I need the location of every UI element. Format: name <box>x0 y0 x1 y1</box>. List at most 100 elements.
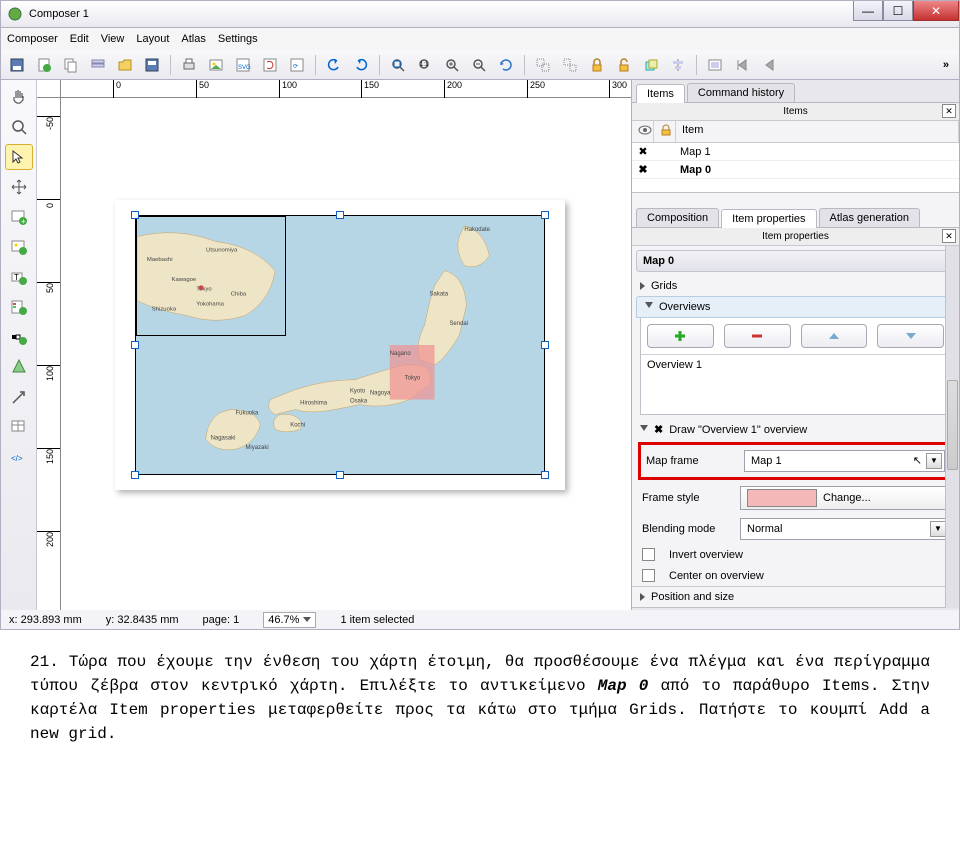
new-composer-icon[interactable] <box>32 53 56 77</box>
add-table-tool-icon[interactable] <box>5 414 33 440</box>
save-icon[interactable] <box>5 53 29 77</box>
add-image-tool-icon[interactable] <box>5 234 33 260</box>
pan-tool-icon[interactable] <box>5 84 33 110</box>
center-overview-row[interactable]: Center on overview <box>632 565 959 586</box>
grids-section[interactable]: Grids <box>632 276 959 296</box>
move-content-tool-icon[interactable] <box>5 174 33 200</box>
svg-text:+: + <box>21 217 26 226</box>
export-image-icon[interactable] <box>204 53 228 77</box>
atlas-preview-icon[interactable] <box>703 53 727 77</box>
add-scalebar-tool-icon[interactable] <box>5 324 33 350</box>
ruler-horizontal: 0 50 100 150 200 250 300 <box>61 80 631 98</box>
tab-command-history[interactable]: Command history <box>687 83 795 102</box>
ungroup-icon[interactable] <box>558 53 582 77</box>
composer-manager-icon[interactable] <box>86 53 110 77</box>
draw-overview-checkbox-row[interactable]: ✖ Draw "Overview 1" overview <box>632 419 959 440</box>
move-overview-down-button[interactable] <box>877 324 944 348</box>
frame-style-button[interactable]: Change... <box>740 486 949 510</box>
group-icon[interactable] <box>531 53 555 77</box>
tab-atlas-generation[interactable]: Atlas generation <box>819 208 921 227</box>
titlebar: Composer 1 — ☐ ✕ <box>0 0 960 28</box>
load-template-icon[interactable] <box>113 53 137 77</box>
menu-layout[interactable]: Layout <box>136 33 169 45</box>
unlock-icon[interactable] <box>612 53 636 77</box>
zoom-tool-icon[interactable] <box>5 114 33 140</box>
invert-overview-row[interactable]: Invert overview <box>632 544 959 565</box>
menubar: Composer Edit View Layout Atlas Settings <box>0 28 960 50</box>
remove-overview-button[interactable] <box>724 324 791 348</box>
tab-composition[interactable]: Composition <box>636 208 719 227</box>
svg-text:1:1: 1:1 <box>420 62 429 68</box>
canvas[interactable]: 0 50 100 150 200 250 300 -50 0 50 100 15… <box>37 80 631 610</box>
status-x: x: 293.893 mm <box>9 614 82 626</box>
export-svg-icon[interactable]: SVG <box>231 53 255 77</box>
tab-items[interactable]: Items <box>636 84 685 103</box>
selection-handles <box>135 215 545 475</box>
add-label-tool-icon[interactable]: T <box>5 264 33 290</box>
export-pdf2-icon[interactable]: ⟳ <box>285 53 309 77</box>
overview-list-item[interactable]: Overview 1 <box>647 359 944 371</box>
scrollbar-thumb[interactable] <box>945 246 959 608</box>
align-icon[interactable] <box>666 53 690 77</box>
svg-text:</>: </> <box>11 454 23 463</box>
tab-item-properties[interactable]: Item properties <box>721 209 816 228</box>
zoom-actual-icon[interactable]: 1:1 <box>413 53 437 77</box>
redo-icon[interactable] <box>349 53 373 77</box>
export-pdf-icon[interactable] <box>258 53 282 77</box>
add-html-tool-icon[interactable]: </> <box>5 444 33 470</box>
atlas-prev-icon[interactable] <box>757 53 781 77</box>
lock-icon[interactable] <box>585 53 609 77</box>
svg-text:T: T <box>14 273 19 282</box>
close-panel-icon[interactable]: ✕ <box>942 229 956 243</box>
overview-list[interactable]: Overview 1 <box>641 354 950 414</box>
zoom-combo[interactable]: 46.7% <box>263 612 316 628</box>
duplicate-composer-icon[interactable] <box>59 53 83 77</box>
item-row-map0[interactable]: ✖ Map 0 <box>632 161 959 179</box>
add-legend-tool-icon[interactable] <box>5 294 33 320</box>
svg-text:SVG: SVG <box>238 65 251 71</box>
item-properties-panel-title: Item properties ✕ <box>632 228 959 246</box>
position-size-section[interactable]: Position and size <box>632 586 959 607</box>
menu-atlas[interactable]: Atlas <box>181 33 205 45</box>
undo-icon[interactable] <box>322 53 346 77</box>
menu-edit[interactable]: Edit <box>70 33 89 45</box>
zoom-in-icon[interactable] <box>440 53 464 77</box>
minimize-button[interactable]: — <box>853 1 883 21</box>
visibility-checkbox[interactable]: ✖ <box>632 145 654 158</box>
add-overview-button[interactable] <box>647 324 714 348</box>
close-panel-icon[interactable]: ✕ <box>942 104 956 118</box>
zoom-out-icon[interactable] <box>467 53 491 77</box>
toolbar-overflow-icon[interactable]: » <box>943 59 955 71</box>
status-page: page: 1 <box>203 614 240 626</box>
dropdown-arrow-icon[interactable]: ▼ <box>930 521 946 537</box>
maximize-button[interactable]: ☐ <box>883 1 913 21</box>
menu-composer[interactable]: Composer <box>7 33 58 45</box>
center-overview-checkbox[interactable] <box>642 569 655 582</box>
raise-icon[interactable] <box>639 53 663 77</box>
frame-style-row: Frame style Change... <box>632 482 959 514</box>
menu-view[interactable]: View <box>101 33 125 45</box>
item-row-map1[interactable]: ✖ Map 1 <box>632 143 959 161</box>
toolbar: SVG ⟳ 1:1 » <box>0 50 960 80</box>
left-toolbar: + T </> <box>1 80 37 610</box>
select-tool-icon[interactable] <box>5 144 33 170</box>
close-button[interactable]: ✕ <box>913 1 959 21</box>
visibility-checkbox[interactable]: ✖ <box>632 163 654 176</box>
move-overview-up-button[interactable] <box>801 324 868 348</box>
zoom-full-icon[interactable] <box>386 53 410 77</box>
overviews-section[interactable]: Overviews <box>636 296 955 318</box>
invert-overview-checkbox[interactable] <box>642 548 655 561</box>
map-frame-dropdown[interactable]: Map 1 ↖ ▼ <box>744 450 945 472</box>
frame-style-swatch <box>747 489 817 507</box>
refresh-icon[interactable] <box>494 53 518 77</box>
save-template-icon[interactable] <box>140 53 164 77</box>
blending-mode-dropdown[interactable]: Normal ▼ <box>740 518 949 540</box>
print-icon[interactable] <box>177 53 201 77</box>
atlas-first-icon[interactable] <box>730 53 754 77</box>
menu-settings[interactable]: Settings <box>218 33 258 45</box>
window-title: Composer 1 <box>29 8 89 20</box>
add-map-tool-icon[interactable]: + <box>5 204 33 230</box>
add-shape-tool-icon[interactable] <box>5 354 33 380</box>
add-arrow-tool-icon[interactable] <box>5 384 33 410</box>
dropdown-arrow-icon[interactable]: ▼ <box>926 453 942 469</box>
